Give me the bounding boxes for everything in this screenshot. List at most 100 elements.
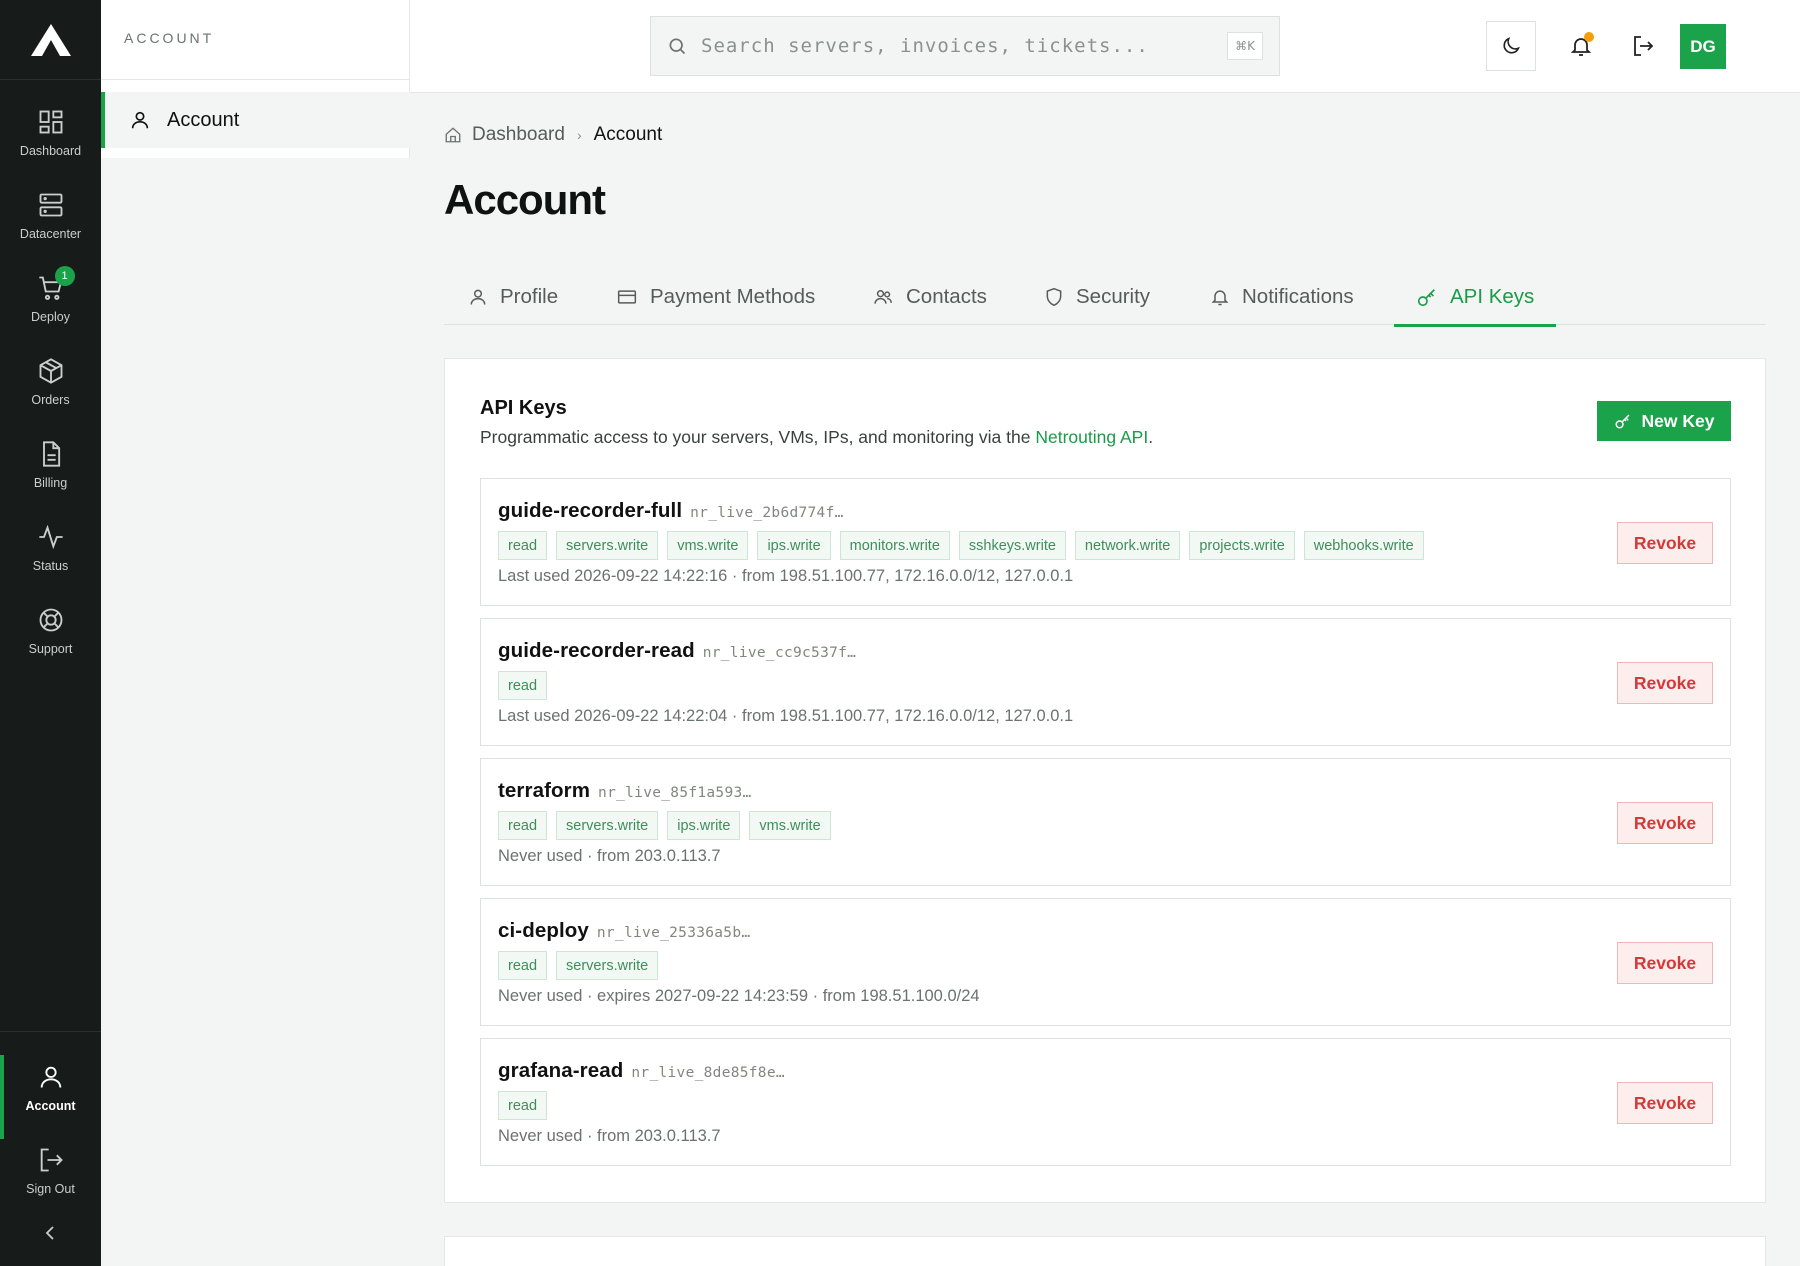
revoke-button[interactable]: Revoke: [1617, 1082, 1713, 1124]
api-key-row: ci-deploy nr_live_25336a5b… read servers.…: [480, 898, 1731, 1026]
tab-notifications[interactable]: Notifications: [1210, 268, 1354, 325]
scope-list: read: [498, 1091, 556, 1120]
rail-item-support[interactable]: Support: [0, 598, 101, 674]
scope-tag: read: [498, 811, 548, 840]
tab-api-keys[interactable]: API Keys: [1393, 268, 1557, 327]
scope-tag: servers.write: [556, 951, 659, 980]
grid-icon: [37, 108, 65, 136]
revoke-button[interactable]: Revoke: [1617, 802, 1713, 844]
rail-item-datacenter[interactable]: Datacenter: [0, 183, 101, 259]
tab-label: API Keys: [1450, 284, 1535, 308]
scope-tag: servers.write: [556, 531, 659, 560]
next-section-card: [444, 1236, 1766, 1266]
lifebuoy-icon: [37, 606, 65, 634]
new-key-button[interactable]: New Key: [1597, 401, 1731, 441]
user-avatar[interactable]: DG: [1680, 24, 1726, 69]
rail-item-sign-out[interactable]: Sign Out: [0, 1138, 101, 1214]
api-key-row: grafana-read nr_live_8de85f8e… read Never…: [480, 1038, 1731, 1166]
key-name: guide-recorder-read: [498, 639, 695, 662]
scope-tag: read: [498, 671, 548, 700]
account-tabs: Profile Payment Methods Contacts Securit…: [444, 268, 1766, 327]
tab-label: Payment Methods: [650, 284, 816, 308]
logout-icon: [1634, 36, 1654, 56]
scope-tag: monitors.write: [839, 531, 950, 560]
tab-label: Security: [1076, 284, 1151, 308]
rail-item-orders[interactable]: Orders: [0, 349, 101, 425]
tab-contacts[interactable]: Contacts: [872, 268, 987, 325]
breadcrumb: Dashboard › Account: [444, 124, 662, 146]
rail-item-dashboard[interactable]: Dashboard: [0, 100, 101, 176]
shield-icon: [1046, 287, 1062, 306]
scope-tag: read: [498, 1091, 548, 1120]
scope-tag: servers.write: [556, 811, 659, 840]
rail-item-account[interactable]: Account: [0, 1055, 101, 1139]
scope-tag: read: [498, 951, 548, 980]
key-usage-meta: Never used · from 203.0.113.7: [498, 1127, 721, 1145]
rail-divider: [0, 1031, 101, 1032]
rail-item-deploy[interactable]: 1 Deploy: [0, 266, 101, 342]
key-name: guide-recorder-full: [498, 499, 683, 522]
scope-tag: network.write: [1074, 531, 1181, 560]
key-name-line: guide-recorder-read nr_live_cc9c537f…: [498, 639, 856, 663]
key-id: nr_live_cc9c537f…: [702, 645, 857, 661]
description-end: .: [1148, 427, 1154, 447]
activity-icon: [37, 523, 65, 551]
subnav-item-account[interactable]: Account: [101, 92, 410, 148]
rail-item-billing[interactable]: Billing: [0, 432, 101, 508]
primary-rail: Dashboard Datacenter 1 Deploy Orders Bil…: [0, 0, 101, 1266]
revoke-button[interactable]: Revoke: [1617, 942, 1713, 984]
chevron-right-icon: ›: [576, 127, 582, 143]
rail-item-label: Deploy: [31, 310, 70, 324]
rail-item-label: Datacenter: [19, 227, 82, 241]
scope-tag: read: [498, 531, 548, 560]
deploy-count-badge: 1: [54, 266, 75, 286]
revoke-button[interactable]: Revoke: [1617, 662, 1713, 704]
collapse-rail-button[interactable]: [36, 1221, 64, 1245]
key-usage-meta: Never used · from 203.0.113.7: [498, 847, 721, 865]
key-id: nr_live_2b6d774f…: [690, 505, 844, 521]
brand-logo[interactable]: [0, 0, 101, 80]
scope-tag: vms.write: [667, 531, 749, 560]
key-usage-meta: Last used 2026-09-22 14:22:16 · from 198…: [498, 567, 1074, 585]
notifications-button[interactable]: [1556, 21, 1606, 71]
key-icon: [1615, 414, 1630, 429]
moon-icon: [1503, 37, 1520, 54]
key-name: grafana-read: [498, 1059, 624, 1082]
revoke-button[interactable]: Revoke: [1617, 522, 1713, 564]
subnav-title: ACCOUNT: [124, 30, 215, 46]
rail-item-status[interactable]: Status: [0, 515, 101, 591]
rail-item-label: Status: [32, 559, 69, 573]
key-id: nr_live_8de85f8e…: [631, 1065, 785, 1081]
netrouting-api-link[interactable]: Netrouting API: [1035, 427, 1148, 447]
scope-list: read servers.write: [498, 951, 667, 980]
card-title: API Keys: [480, 397, 567, 419]
key-icon: [1417, 288, 1435, 306]
tab-label: Contacts: [906, 284, 987, 308]
search-input[interactable]: [701, 35, 1231, 57]
scope-list: read: [498, 671, 556, 700]
home-icon: [445, 127, 461, 143]
theme-toggle-button[interactable]: [1486, 21, 1536, 71]
tab-security[interactable]: Security: [1044, 268, 1150, 325]
search-shortcut-hint: ⌘K: [1227, 32, 1263, 60]
logout-icon: [37, 1146, 65, 1174]
scope-tag: ips.write: [667, 811, 741, 840]
rail-item-label: Support: [28, 642, 73, 656]
user-icon: [470, 289, 486, 305]
scope-tag: webhooks.write: [1303, 531, 1424, 560]
users-icon: [874, 289, 892, 304]
new-key-label: New Key: [1641, 410, 1715, 431]
breadcrumb-dashboard-link[interactable]: Dashboard: [472, 124, 565, 146]
tab-payment-methods[interactable]: Payment Methods: [616, 268, 815, 325]
user-icon: [37, 1063, 65, 1091]
api-key-row: terraform nr_live_85f1a593… read servers.…: [480, 758, 1731, 886]
user-icon: [131, 111, 149, 129]
notification-dot: [1584, 32, 1594, 42]
logout-button[interactable]: [1618, 21, 1668, 71]
search-icon: [669, 38, 686, 55]
global-search[interactable]: ⌘K: [650, 16, 1280, 76]
key-name: terraform: [498, 779, 591, 802]
tab-profile[interactable]: Profile: [468, 268, 558, 325]
breadcrumb-current: Account: [593, 124, 663, 145]
description-text: Programmatic access to your servers, VMs…: [480, 427, 1036, 447]
